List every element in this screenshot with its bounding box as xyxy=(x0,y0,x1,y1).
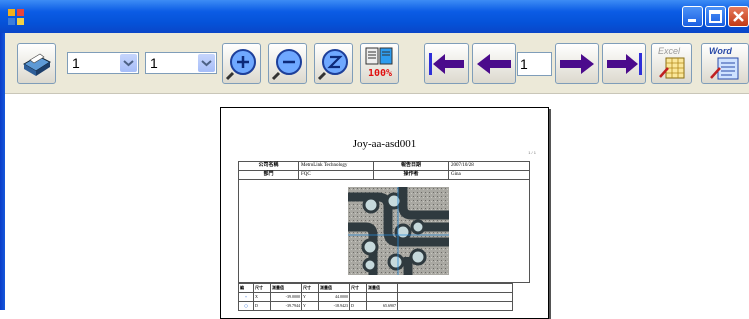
page-indicator: 1 / 1 xyxy=(528,150,536,155)
table-cell: ○ xyxy=(238,301,254,311)
page-select-1[interactable]: 1 xyxy=(67,52,139,74)
minimize-button[interactable] xyxy=(682,6,703,27)
zoom-out-button[interactable] xyxy=(268,43,307,84)
company-label: 公司名稱 xyxy=(238,161,299,171)
table-cell: -39.7944 xyxy=(270,301,302,311)
table-row: 公司名稱 MetroLink Technology 報告日期 2007/10/2… xyxy=(238,161,530,171)
title-bar xyxy=(0,0,749,33)
table-cell: D xyxy=(253,301,271,311)
arrow-left-icon xyxy=(477,54,511,74)
page-select-1-value: 1 xyxy=(72,55,80,71)
prev-page-button[interactable] xyxy=(472,43,516,84)
close-button[interactable] xyxy=(728,6,749,27)
table-cell: Y xyxy=(301,292,319,302)
first-page-button[interactable] xyxy=(424,43,469,84)
zoom-level-label: 100% xyxy=(367,68,393,79)
chevron-down-icon[interactable] xyxy=(198,54,215,72)
table-cell: 65.6907 xyxy=(366,301,398,311)
report-page: Joy-aa-asd001 1 / 1 公司名稱 MetroLink Techn… xyxy=(220,107,549,319)
word-label: Word xyxy=(709,46,732,56)
table-cell: X xyxy=(253,292,271,302)
maximize-button[interactable] xyxy=(705,6,726,27)
page-number-value: 1 xyxy=(520,56,528,72)
column-header: 尺寸 xyxy=(349,283,367,293)
page-number-input[interactable]: 1 xyxy=(517,52,552,76)
zoom-out-icon xyxy=(271,49,302,81)
table-cell: Y xyxy=(301,301,319,311)
zoom-reset-icon xyxy=(317,49,348,81)
table-header-row: 編 尺寸 測量值 尺寸 測量值 尺寸 測量值 xyxy=(238,283,513,293)
export-excel-button[interactable]: Excel xyxy=(651,43,692,84)
zoom-in-button[interactable] xyxy=(222,43,261,84)
measurement-table: 編 尺寸 測量值 尺寸 測量值 尺寸 測量值 + X -39.0000 Y 44… xyxy=(238,283,513,311)
zoom-100-button[interactable]: 100% xyxy=(360,43,399,84)
export-word-button[interactable]: Word xyxy=(701,43,749,84)
report-date-label: 報告日期 xyxy=(373,161,449,171)
measurement-image-frame xyxy=(238,179,530,283)
print-button[interactable] xyxy=(17,43,56,84)
maximize-icon xyxy=(709,10,722,23)
excel-label: Excel xyxy=(658,46,681,56)
table-cell xyxy=(349,292,367,302)
report-title: Joy-aa-asd001 xyxy=(352,138,417,150)
table-cell xyxy=(397,301,513,311)
column-header: 編 xyxy=(238,283,254,293)
printer-icon xyxy=(23,53,52,76)
minimize-icon xyxy=(688,19,696,22)
column-header: 尺寸 xyxy=(301,283,319,293)
zoom-in-icon xyxy=(225,49,256,81)
table-cell: D xyxy=(349,301,367,311)
zoom-reset-button[interactable] xyxy=(314,43,353,84)
table-cell xyxy=(366,292,398,302)
last-page-icon xyxy=(607,53,642,75)
column-header: 測量值 xyxy=(270,283,302,293)
chevron-down-icon[interactable] xyxy=(120,54,137,72)
page-select-2-value: 1 xyxy=(150,55,158,71)
company-value: MetroLink Technology xyxy=(298,161,374,171)
column-header: 測量值 xyxy=(366,283,398,293)
report-date-value: 2007/10/28 xyxy=(448,161,530,171)
table-row: + X -39.0000 Y 44.0000 xyxy=(238,292,513,302)
column-header: 測量值 xyxy=(318,283,350,293)
next-page-button[interactable] xyxy=(555,43,599,84)
table-cell: + xyxy=(238,292,254,302)
column-header: 尺寸 xyxy=(253,283,271,293)
app-icon xyxy=(8,9,24,25)
arrow-right-icon xyxy=(560,54,594,74)
table-cell: 44.0000 xyxy=(318,292,350,302)
table-row: ○ D -39.7944 Y -18.9423 D 65.6907 xyxy=(238,301,513,311)
table-cell: -18.9423 xyxy=(318,301,350,311)
table-cell xyxy=(397,283,513,293)
page-select-2[interactable]: 1 xyxy=(145,52,217,74)
pcb-image xyxy=(348,187,449,275)
last-page-button[interactable] xyxy=(602,43,646,84)
first-page-icon xyxy=(429,53,464,75)
table-cell xyxy=(397,292,513,302)
table-cell: -39.0000 xyxy=(270,292,302,302)
report-header-table: 公司名稱 MetroLink Technology 報告日期 2007/10/2… xyxy=(238,161,530,180)
close-icon xyxy=(733,11,744,22)
